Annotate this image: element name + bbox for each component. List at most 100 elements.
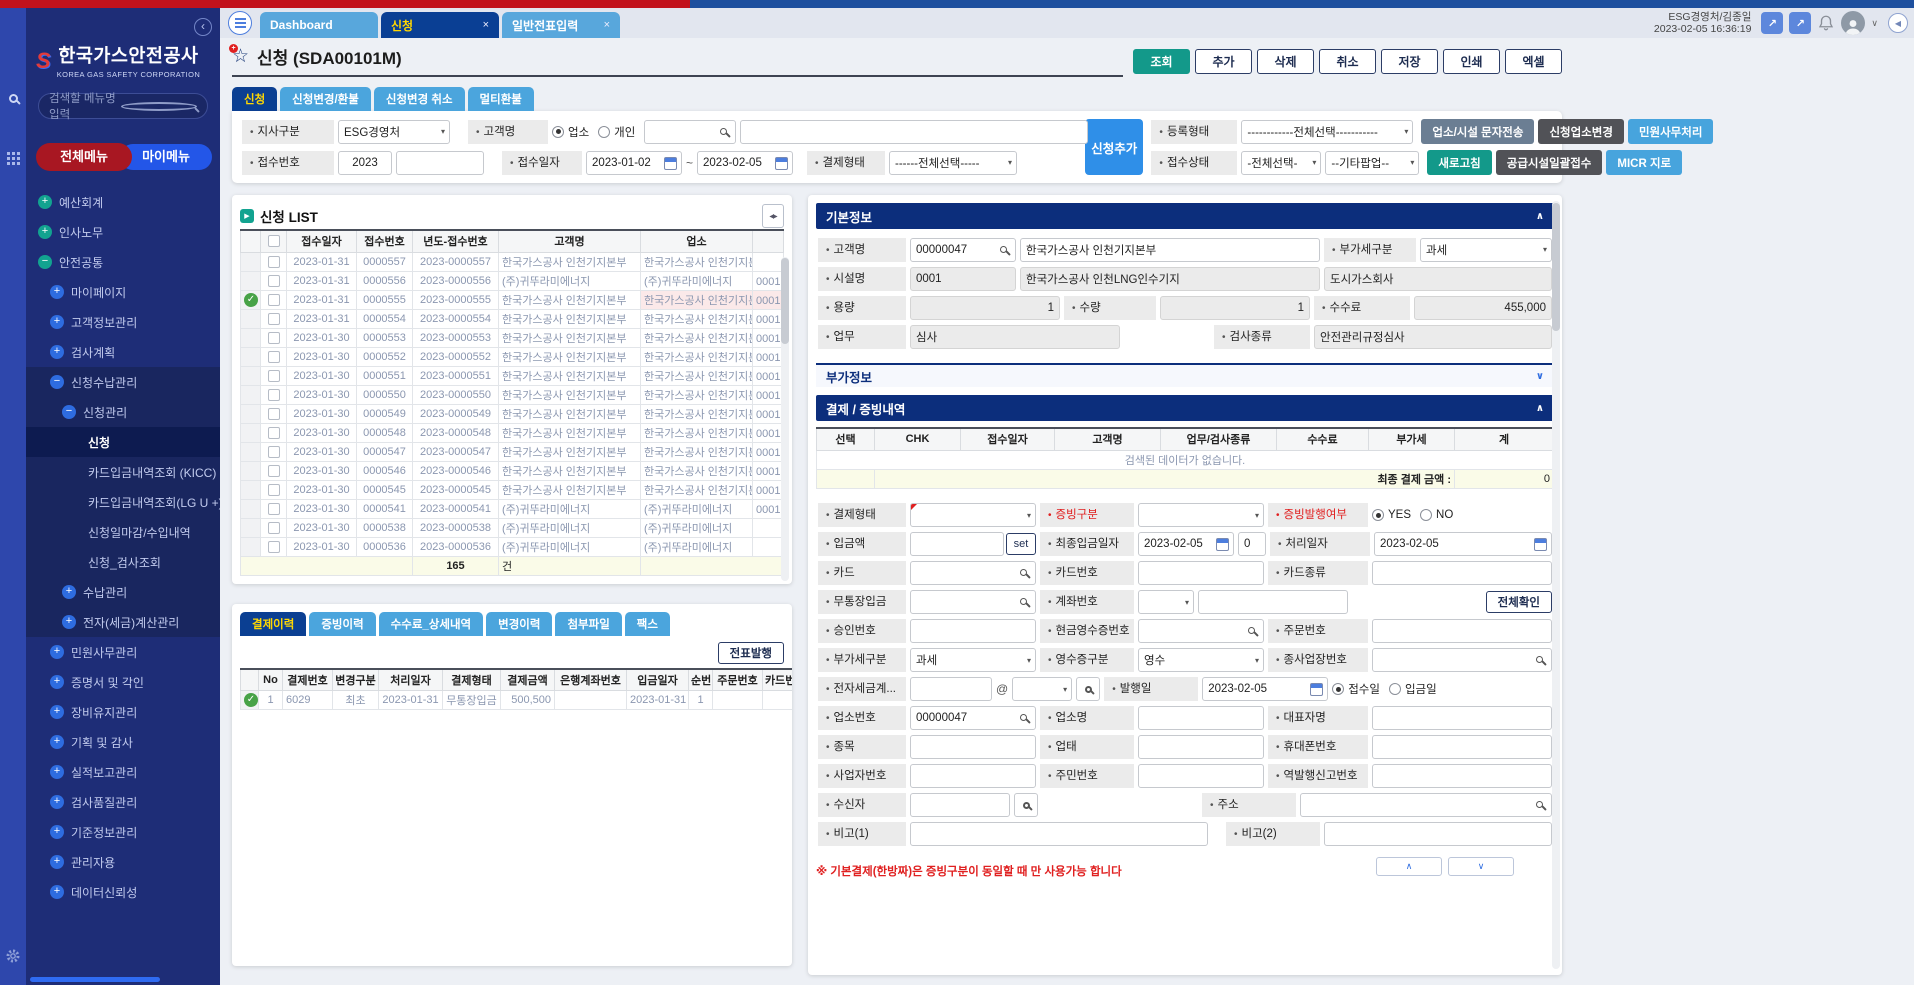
plus-icon[interactable]: + xyxy=(50,285,64,299)
checkbox-icon[interactable] xyxy=(268,465,280,477)
plus-icon[interactable]: + xyxy=(50,765,64,779)
sidebar-item[interactable]: −신청수납관리 xyxy=(26,367,220,397)
sidebar-item[interactable]: 카드입금내역조회 (KICC) xyxy=(26,457,220,487)
plus-icon[interactable]: + xyxy=(62,585,76,599)
list-row[interactable]: 2023-01-3100005562023-0000556(주)귀뚜라미에너지(… xyxy=(241,271,784,290)
sidebar-item[interactable]: −신청관리 xyxy=(26,397,220,427)
collapse-up-button[interactable]: ∧ xyxy=(1376,857,1442,876)
search-input[interactable] xyxy=(1372,648,1552,672)
form-button[interactable]: 새로고침 xyxy=(1427,150,1491,175)
select[interactable]: 과세▾ xyxy=(1420,238,1552,262)
sidebar-item[interactable]: +인사노무 xyxy=(26,217,220,247)
plus-icon[interactable]: + xyxy=(50,645,64,659)
gear-icon[interactable] xyxy=(5,948,21,967)
text-input[interactable] xyxy=(1372,619,1552,643)
text-input[interactable]: 1 xyxy=(1160,296,1310,320)
text-input[interactable] xyxy=(910,532,1004,556)
action-button[interactable]: 저장 xyxy=(1381,49,1438,74)
sidebar-item[interactable]: +마이페이지 xyxy=(26,277,220,307)
sidebar-item[interactable]: +관리자용 xyxy=(26,847,220,877)
row-checkbox-cell[interactable] xyxy=(261,385,287,404)
list-row[interactable]: 2023-01-3100005572023-0000557한국가스공사 인천기지… xyxy=(241,252,784,271)
checkbox-icon[interactable] xyxy=(268,351,280,363)
checkbox-icon[interactable] xyxy=(268,313,280,325)
list-row[interactable]: 2023-01-3000005522023-0000552한국가스공사 인천기지… xyxy=(241,347,784,366)
checkbox-icon[interactable] xyxy=(268,275,280,287)
row-checkbox-cell[interactable] xyxy=(261,309,287,328)
text-input[interactable] xyxy=(910,735,1036,759)
search-input[interactable] xyxy=(910,561,1036,585)
form-button[interactable]: 업소/시설 문자전송 xyxy=(1421,119,1534,144)
external-link-icon[interactable]: ↗ xyxy=(1761,12,1783,34)
row-checkbox-cell[interactable] xyxy=(261,404,287,423)
radio-selected[interactable] xyxy=(1332,683,1344,695)
plus-icon[interactable]: + xyxy=(50,855,64,869)
subtab[interactable]: 신청 xyxy=(232,87,277,111)
section-settlement[interactable]: 결제 / 증빙내역 ∧ xyxy=(816,395,1554,421)
list-row[interactable]: 2023-01-3000005362023-0000536(주)귀뚜라미에너지(… xyxy=(241,537,784,556)
date-input[interactable]: 2023-02-05 xyxy=(1138,532,1234,556)
set-button[interactable]: set xyxy=(1006,533,1036,555)
text-input[interactable]: 심사 xyxy=(910,325,1120,349)
search-icon[interactable] xyxy=(9,92,18,106)
avatar[interactable] xyxy=(1841,11,1865,35)
tab-my-menu[interactable]: 마이메뉴 xyxy=(120,144,212,170)
sidebar-item[interactable]: +수납관리 xyxy=(26,577,220,607)
checkbox-icon[interactable] xyxy=(268,522,280,534)
form-button[interactable]: 신청업소변경 xyxy=(1538,119,1623,144)
sidebar-item[interactable]: +검사품질관리 xyxy=(26,787,220,817)
search-input[interactable] xyxy=(910,590,1036,614)
minus-icon[interactable]: − xyxy=(38,255,52,269)
plus-icon[interactable]: + xyxy=(50,825,64,839)
text-input[interactable]: 도시가스회사 xyxy=(1324,267,1552,291)
minus-icon[interactable]: − xyxy=(50,375,64,389)
action-button[interactable]: 인쇄 xyxy=(1443,49,1500,74)
sidebar-scrollbar[interactable] xyxy=(30,977,160,982)
row-checkbox-cell[interactable] xyxy=(261,290,287,309)
sidebar-item[interactable]: +데이터신뢰성 xyxy=(26,877,220,907)
text-input[interactable] xyxy=(1138,706,1264,730)
plus-icon[interactable]: + xyxy=(50,705,64,719)
list-row[interactable]: 2023-01-3000005452023-0000545한국가스공사 인천기지… xyxy=(241,480,784,499)
close-icon[interactable]: × xyxy=(483,19,489,31)
text-input[interactable] xyxy=(1372,764,1552,788)
sidebar-item[interactable]: +장비유지관리 xyxy=(26,697,220,727)
row-checkbox-cell[interactable] xyxy=(261,252,287,271)
history-tab[interactable]: 첨부파일 xyxy=(555,612,621,636)
action-button[interactable]: 조회 xyxy=(1133,49,1190,74)
select[interactable]: --기타팝업--▾ xyxy=(1325,151,1419,175)
subtab[interactable]: 신청변경 취소 xyxy=(374,87,465,111)
list-scrollbar[interactable] xyxy=(781,257,789,581)
radio-selected[interactable] xyxy=(552,126,564,138)
hamburger-icon[interactable] xyxy=(228,11,252,35)
favorite-star-icon[interactable]: ☆+ xyxy=(232,47,249,66)
list-row[interactable]: 2023-01-3000005492023-0000549한국가스공사 인천기지… xyxy=(241,404,784,423)
tab-page[interactable]: 신청× xyxy=(381,12,499,38)
text-input[interactable] xyxy=(1372,706,1552,730)
select[interactable]: ▾ xyxy=(910,503,1036,527)
search-button[interactable] xyxy=(1076,677,1100,701)
sidebar-item[interactable]: +기준정보관리 xyxy=(26,817,220,847)
text-input[interactable]: 0001 xyxy=(910,267,1016,291)
checkbox-icon[interactable] xyxy=(268,541,280,553)
history-tab[interactable]: 수수료_상세내역 xyxy=(379,612,483,636)
date-input[interactable]: 2023-02-05 xyxy=(1374,532,1552,556)
checkbox-icon[interactable] xyxy=(268,427,280,439)
list-row[interactable]: 2023-01-3000005512023-0000551한국가스공사 인천기지… xyxy=(241,366,784,385)
sidebar-item[interactable]: 신청_검사조회 xyxy=(26,547,220,577)
row-checkbox-cell[interactable] xyxy=(261,537,287,556)
search-button[interactable] xyxy=(1014,793,1038,817)
list-row[interactable]: ✓2023-01-3100005552023-0000555한국가스공사 인천기… xyxy=(241,290,784,309)
sidebar-item[interactable]: +고객정보관리 xyxy=(26,307,220,337)
text-input[interactable] xyxy=(1372,561,1552,585)
date-input[interactable]: 2023-02-05 xyxy=(1202,677,1328,701)
list-row[interactable]: 2023-01-3000005472023-0000547한국가스공사 인천기지… xyxy=(241,442,784,461)
text-input[interactable] xyxy=(396,151,484,175)
text-input[interactable] xyxy=(1138,764,1264,788)
row-checkbox-cell[interactable] xyxy=(261,461,287,480)
action-button[interactable]: 추가 xyxy=(1195,49,1252,74)
select[interactable]: ------------전체선택-----------▾ xyxy=(1241,120,1413,144)
history-tab[interactable]: 팩스 xyxy=(625,612,670,636)
add-application-button[interactable]: 신청추가 xyxy=(1085,119,1143,175)
checkbox-icon[interactable] xyxy=(268,503,280,515)
